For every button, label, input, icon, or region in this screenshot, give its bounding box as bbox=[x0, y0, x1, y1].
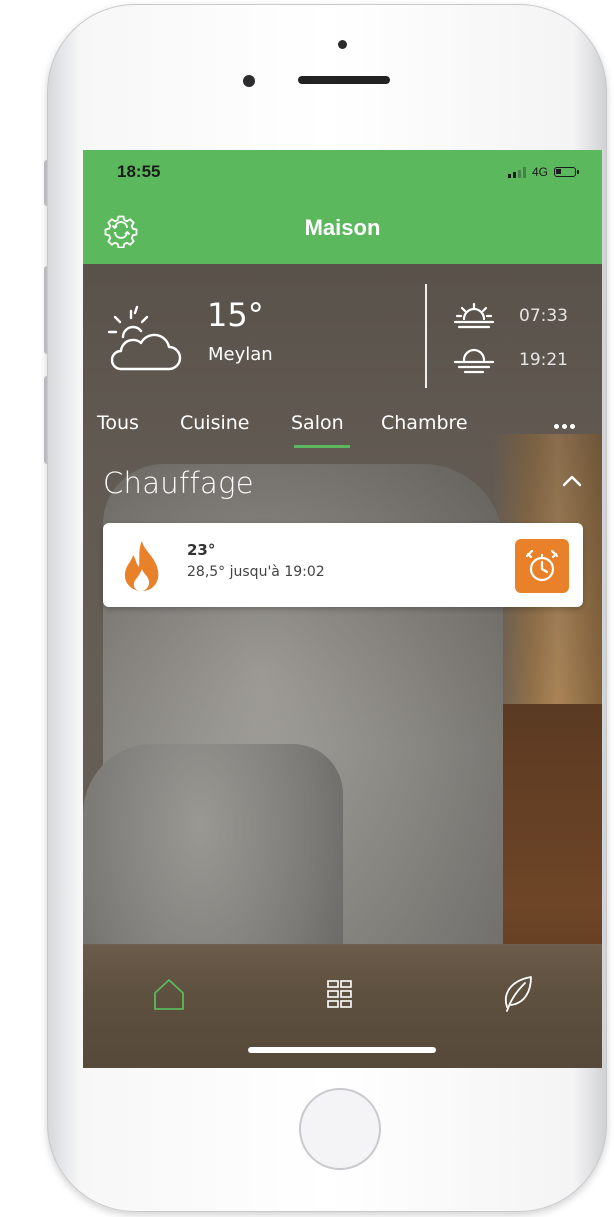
proximity-sensor bbox=[338, 40, 347, 49]
city-name: Meylan bbox=[208, 344, 273, 365]
front-camera bbox=[243, 75, 255, 87]
sunset-icon bbox=[453, 348, 495, 374]
app-screen: 18:55 4G Maison 15° Meylan 07:33 19:21 T… bbox=[83, 150, 602, 1068]
tab-chambre[interactable]: Chambre bbox=[381, 412, 468, 434]
home-icon[interactable] bbox=[149, 975, 189, 1015]
flame-icon bbox=[124, 541, 159, 591]
leaf-icon[interactable] bbox=[497, 971, 537, 1015]
battery-icon bbox=[554, 167, 579, 177]
sunrise-icon bbox=[453, 302, 495, 329]
chevron-up-icon[interactable] bbox=[560, 472, 584, 490]
status-bar: 18:55 4G bbox=[83, 150, 602, 196]
weather-divider bbox=[425, 284, 427, 388]
status-time: 18:55 bbox=[117, 162, 161, 181]
tab-tous[interactable]: Tous bbox=[97, 412, 139, 434]
tab-salon[interactable]: Salon bbox=[291, 412, 344, 434]
tab-cuisine[interactable]: Cuisine bbox=[180, 412, 250, 434]
app-header: Maison bbox=[83, 196, 602, 264]
section-title: Chauffage bbox=[103, 466, 254, 500]
grid-icon[interactable] bbox=[319, 975, 359, 1015]
bottom-nav bbox=[83, 944, 602, 1068]
temperature: 15° bbox=[207, 296, 264, 334]
timer-icon bbox=[525, 549, 559, 582]
room-tabs: Tous Cuisine Salon Chambre bbox=[83, 412, 602, 450]
timer-button[interactable] bbox=[515, 539, 569, 593]
setpoint-text: 28,5° jusqu'à 19:02 bbox=[187, 564, 325, 580]
page-title: Maison bbox=[304, 215, 381, 240]
home-button[interactable] bbox=[299, 1088, 381, 1170]
active-tab-indicator bbox=[294, 445, 350, 448]
status-indicators: 4G bbox=[507, 165, 579, 179]
sunrise-time: 07:33 bbox=[519, 306, 568, 326]
signal-icon bbox=[507, 166, 526, 178]
home-indicator[interactable] bbox=[248, 1047, 436, 1053]
more-horizontal-icon[interactable] bbox=[554, 418, 582, 434]
earpiece-speaker bbox=[298, 76, 390, 84]
heating-card[interactable]: 23° 28,5° jusqu'à 19:02 bbox=[103, 523, 583, 607]
partly-cloudy-icon bbox=[107, 305, 182, 371]
sunset-time: 19:21 bbox=[519, 350, 568, 370]
current-temperature: 23° bbox=[187, 541, 216, 559]
network-label: 4G bbox=[531, 165, 548, 179]
